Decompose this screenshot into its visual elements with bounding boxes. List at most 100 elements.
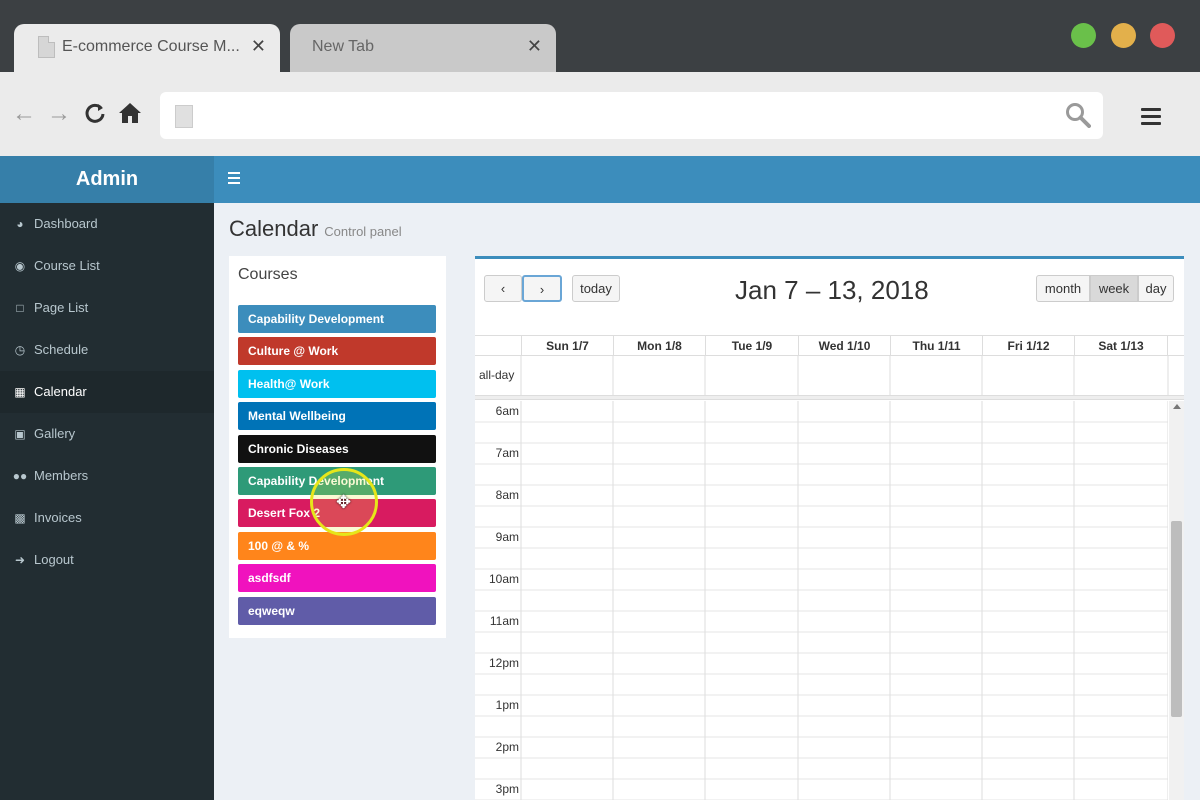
day-header: Thu 1/11: [890, 336, 982, 356]
sidebar-item-gallery[interactable]: ▣ Gallery: [0, 413, 214, 455]
sidebar-item-logout[interactable]: ➜ Logout: [0, 539, 214, 581]
time-label: 3pm: [495, 782, 519, 796]
sidebar-item-dashboard[interactable]: ◕ Dashboard: [0, 203, 214, 245]
day-header: Mon 1/8: [613, 336, 705, 356]
time-label: 7am: [495, 446, 519, 460]
sidebar-item-label: Schedule: [34, 342, 89, 357]
close-tab-icon[interactable]: ✕: [251, 36, 266, 57]
page-title: Calendar: [229, 216, 319, 241]
course-item[interactable]: Health@ Work: [238, 370, 436, 398]
courses-panel: Courses Capability Development Culture @…: [229, 256, 446, 638]
time-grid[interactable]: 6am 7am 8am 9am 10am 11am 12pm 1pm 2pm 3…: [475, 401, 1168, 800]
sidebar-item-label: Members: [34, 468, 89, 483]
time-label: 8am: [495, 488, 519, 502]
day-header: Sun 1/7: [521, 336, 613, 356]
sidebar-item-calendar[interactable]: ▦ Calendar: [0, 371, 214, 413]
time-label: 1pm: [495, 698, 519, 712]
time-label: 2pm: [495, 740, 519, 754]
sidebar-item-page-list[interactable]: □ Page List: [0, 287, 214, 329]
clock-icon: ◷: [14, 343, 26, 357]
home-icon[interactable]: [118, 102, 142, 129]
minimize-window-button[interactable]: [1111, 23, 1136, 48]
sidebar-item-label: Logout: [34, 552, 74, 567]
tab-title: New Tab: [312, 38, 374, 55]
time-grid-scrollbar[interactable]: [1169, 401, 1184, 800]
course-item[interactable]: Chronic Diseases: [238, 435, 436, 463]
sidebar-item-label: Invoices: [34, 510, 82, 525]
page-subtitle: Control panel: [324, 224, 402, 239]
eye-icon: ◉: [14, 259, 26, 273]
course-item[interactable]: Culture @ Work: [238, 337, 436, 365]
course-item[interactable]: eqweqw: [238, 597, 436, 625]
calendar-icon: ▦: [14, 385, 26, 399]
day-header: Fri 1/12: [982, 336, 1074, 356]
close-window-button[interactable]: [1150, 23, 1175, 48]
time-label: 12pm: [488, 656, 519, 670]
move-cursor-icon: ✥: [336, 492, 352, 512]
sign-out-icon: ➜: [14, 553, 26, 567]
time-label: 6am: [495, 404, 519, 418]
sidebar-item-label: Gallery: [34, 426, 76, 441]
sidebar-item-label: Page List: [34, 300, 89, 315]
sidebar-item-course-list[interactable]: ◉ Course List: [0, 245, 214, 287]
browser-tab-new[interactable]: New Tab ✕: [290, 24, 556, 72]
time-label: 11am: [489, 614, 519, 628]
allday-divider: [475, 396, 1184, 400]
view-week-button[interactable]: week: [1090, 275, 1138, 302]
scroll-up-icon[interactable]: [1173, 404, 1181, 409]
page-header: Calendar Control panel: [229, 216, 402, 242]
close-tab-icon[interactable]: ✕: [527, 36, 542, 57]
sidebar-item-label: Course List: [34, 258, 100, 273]
file-icon: □: [16, 301, 24, 315]
time-label: 10am: [488, 572, 519, 586]
top-navbar: [214, 156, 1200, 203]
sidebar-item-label: Calendar: [34, 384, 87, 399]
course-item[interactable]: Capability Development: [238, 305, 436, 333]
next-week-button[interactable]: ›: [522, 275, 562, 302]
brand-logo[interactable]: Admin: [0, 156, 214, 203]
day-header-row: Sun 1/7 Mon 1/8 Tue 1/9 Wed 1/10 Thu 1/1…: [475, 335, 1184, 356]
browser-toolbar: ← →: [0, 72, 1200, 156]
today-button[interactable]: today: [572, 275, 620, 302]
sidebar-item-label: Dashboard: [34, 216, 98, 231]
image-icon: ▣: [14, 427, 26, 441]
sidebar-item-schedule[interactable]: ◷ Schedule: [0, 329, 214, 371]
day-header: Tue 1/9: [705, 336, 798, 356]
users-icon: ●●: [12, 469, 28, 483]
maximize-window-button[interactable]: [1071, 23, 1096, 48]
prev-week-button[interactable]: ‹: [484, 275, 522, 302]
sidebar-item-invoices[interactable]: ▩ Invoices: [0, 497, 214, 539]
address-bar[interactable]: [160, 92, 1103, 139]
course-item[interactable]: Mental Wellbeing: [238, 402, 436, 430]
back-arrow-icon[interactable]: ←: [12, 102, 36, 126]
tab-title: E-commerce Course M...: [62, 38, 240, 55]
allday-row: all-day: [475, 356, 1184, 396]
browser-menu-icon[interactable]: [1141, 108, 1161, 129]
day-header: Wed 1/10: [798, 336, 890, 356]
dashboard-icon: ◕: [16, 217, 24, 231]
admin-app: Admin ◕ Dashboard ◉ Course List □ Page L…: [0, 156, 1200, 800]
browser-tab-active[interactable]: E-commerce Course M... ✕: [14, 24, 280, 72]
day-header: Sat 1/13: [1074, 336, 1168, 356]
calendar-title: Jan 7 – 13, 2018: [735, 275, 929, 305]
courses-title: Courses: [238, 266, 298, 283]
browser-tab-bar: E-commerce Course M... ✕ New Tab ✕: [0, 0, 1200, 72]
search-icon[interactable]: [1065, 102, 1091, 128]
view-day-button[interactable]: day: [1138, 275, 1174, 302]
scrollbar-thumb[interactable]: [1171, 521, 1182, 717]
course-item[interactable]: asdfsdf: [238, 564, 436, 592]
sidebar-toggle-icon[interactable]: [228, 172, 240, 187]
forward-arrow-icon[interactable]: →: [47, 102, 71, 126]
page-icon: [175, 105, 193, 128]
reload-icon[interactable]: [84, 102, 106, 129]
time-label: 9am: [495, 530, 519, 544]
sidebar-item-members[interactable]: ●● Members: [0, 455, 214, 497]
page-icon: [38, 36, 55, 58]
view-month-button[interactable]: month: [1036, 275, 1090, 302]
time-gridlines: [475, 401, 1168, 800]
course-item[interactable]: 100 @ & %: [238, 532, 436, 560]
allday-gridlines: [520, 356, 1169, 396]
money-icon: ▩: [14, 511, 26, 525]
sidebar: Admin ◕ Dashboard ◉ Course List □ Page L…: [0, 156, 214, 800]
calendar: ‹ › today Jan 7 – 13, 2018 month week da…: [475, 256, 1184, 800]
